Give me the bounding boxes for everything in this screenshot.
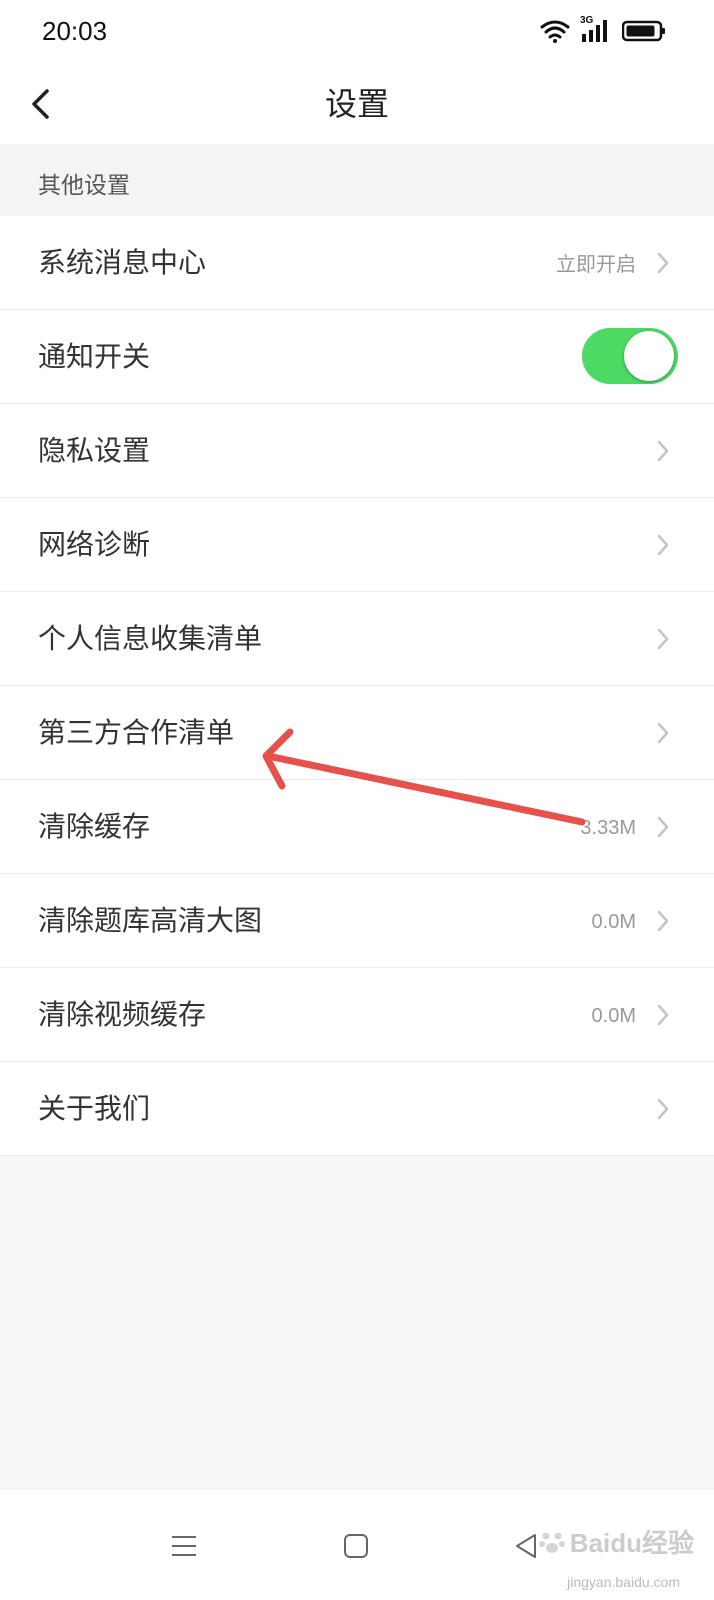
chevron-right-icon (657, 534, 669, 556)
settings-item-label: 清除题库高清大图 (38, 904, 263, 937)
settings-item-label: 清除缓存 (38, 810, 151, 843)
triangle-back-icon (516, 1534, 536, 1558)
chevron-right-icon (657, 722, 669, 744)
settings-item-notification-switch: 通知开关 (0, 310, 714, 404)
menu-lines-icon (172, 1536, 196, 1556)
settings-item-privacy[interactable]: 隐私设置 (0, 404, 714, 498)
settings-item-label: 通知开关 (38, 340, 151, 373)
settings-item-value: 0.0M (591, 1005, 636, 1027)
settings-item-about-us[interactable]: 关于我们 (0, 1062, 714, 1156)
status-icons: 3G (540, 15, 666, 44)
status-bar: 20:03 3G (0, 0, 714, 64)
baidu-watermark: Baidu经验 (538, 1523, 694, 1560)
settings-item-label: 清除视频缓存 (38, 998, 207, 1031)
watermark-brand: Baidu经验 (569, 1528, 694, 1558)
chevron-right-icon (657, 816, 669, 838)
settings-item-value: 3.33M (580, 817, 636, 839)
menu-button[interactable] (166, 1528, 202, 1564)
settings-item-clear-video-cache[interactable]: 清除视频缓存 0.0M (0, 968, 714, 1062)
settings-item-personal-info-list[interactable]: 个人信息收集清单 (0, 592, 714, 686)
settings-item-label: 隐私设置 (38, 434, 151, 467)
chevron-right-icon (657, 1004, 669, 1026)
system-nav-bar: Baidu经验 jingyan.baidu.com (0, 1489, 714, 1600)
section-header: 其他设置 (0, 144, 714, 216)
chevron-right-icon (657, 628, 669, 650)
settings-item-clear-hd-images[interactable]: 清除题库高清大图 0.0M (0, 874, 714, 968)
chevron-right-icon (657, 910, 669, 932)
settings-item-label: 系统消息中心 (38, 246, 207, 279)
square-home-icon (344, 1534, 368, 1558)
settings-item-system-messages[interactable]: 系统消息中心 立即开启 (0, 216, 714, 310)
status-time: 20:03 (42, 16, 108, 46)
settings-item-network-diagnosis[interactable]: 网络诊断 (0, 498, 714, 592)
notification-toggle[interactable] (582, 328, 678, 384)
settings-item-label: 个人信息收集清单 (38, 622, 263, 655)
battery-icon (622, 20, 665, 42)
signal-bars-icon (582, 20, 607, 42)
wifi-icon (540, 20, 570, 43)
paw-icon (538, 1532, 565, 1553)
cellular-signal: 3G (580, 15, 612, 44)
toggle-knob (624, 331, 674, 381)
settings-item-clear-cache[interactable]: 清除缓存 3.33M (0, 780, 714, 874)
chevron-right-icon (657, 1098, 669, 1120)
settings-item-label: 关于我们 (38, 1092, 151, 1125)
settings-item-label: 网络诊断 (38, 528, 151, 561)
settings-item-third-party-list[interactable]: 第三方合作清单 (0, 686, 714, 780)
settings-list: 系统消息中心 立即开启 通知开关 隐私设置 网络诊断 个人信息收集清单 第三方合… (0, 216, 714, 1156)
settings-item-value: 0.0M (591, 911, 636, 933)
settings-item-value: 立即开启 (556, 252, 636, 276)
page-title: 设置 (324, 85, 389, 123)
chevron-right-icon (657, 440, 669, 462)
home-button[interactable] (338, 1528, 374, 1564)
nav-bar: 设置 (0, 64, 714, 144)
section-header-title: 其他设置 (38, 173, 130, 199)
watermark-url: jingyan.baidu.com (567, 1574, 680, 1590)
settings-item-label: 第三方合作清单 (38, 716, 235, 749)
chevron-right-icon (657, 252, 669, 274)
